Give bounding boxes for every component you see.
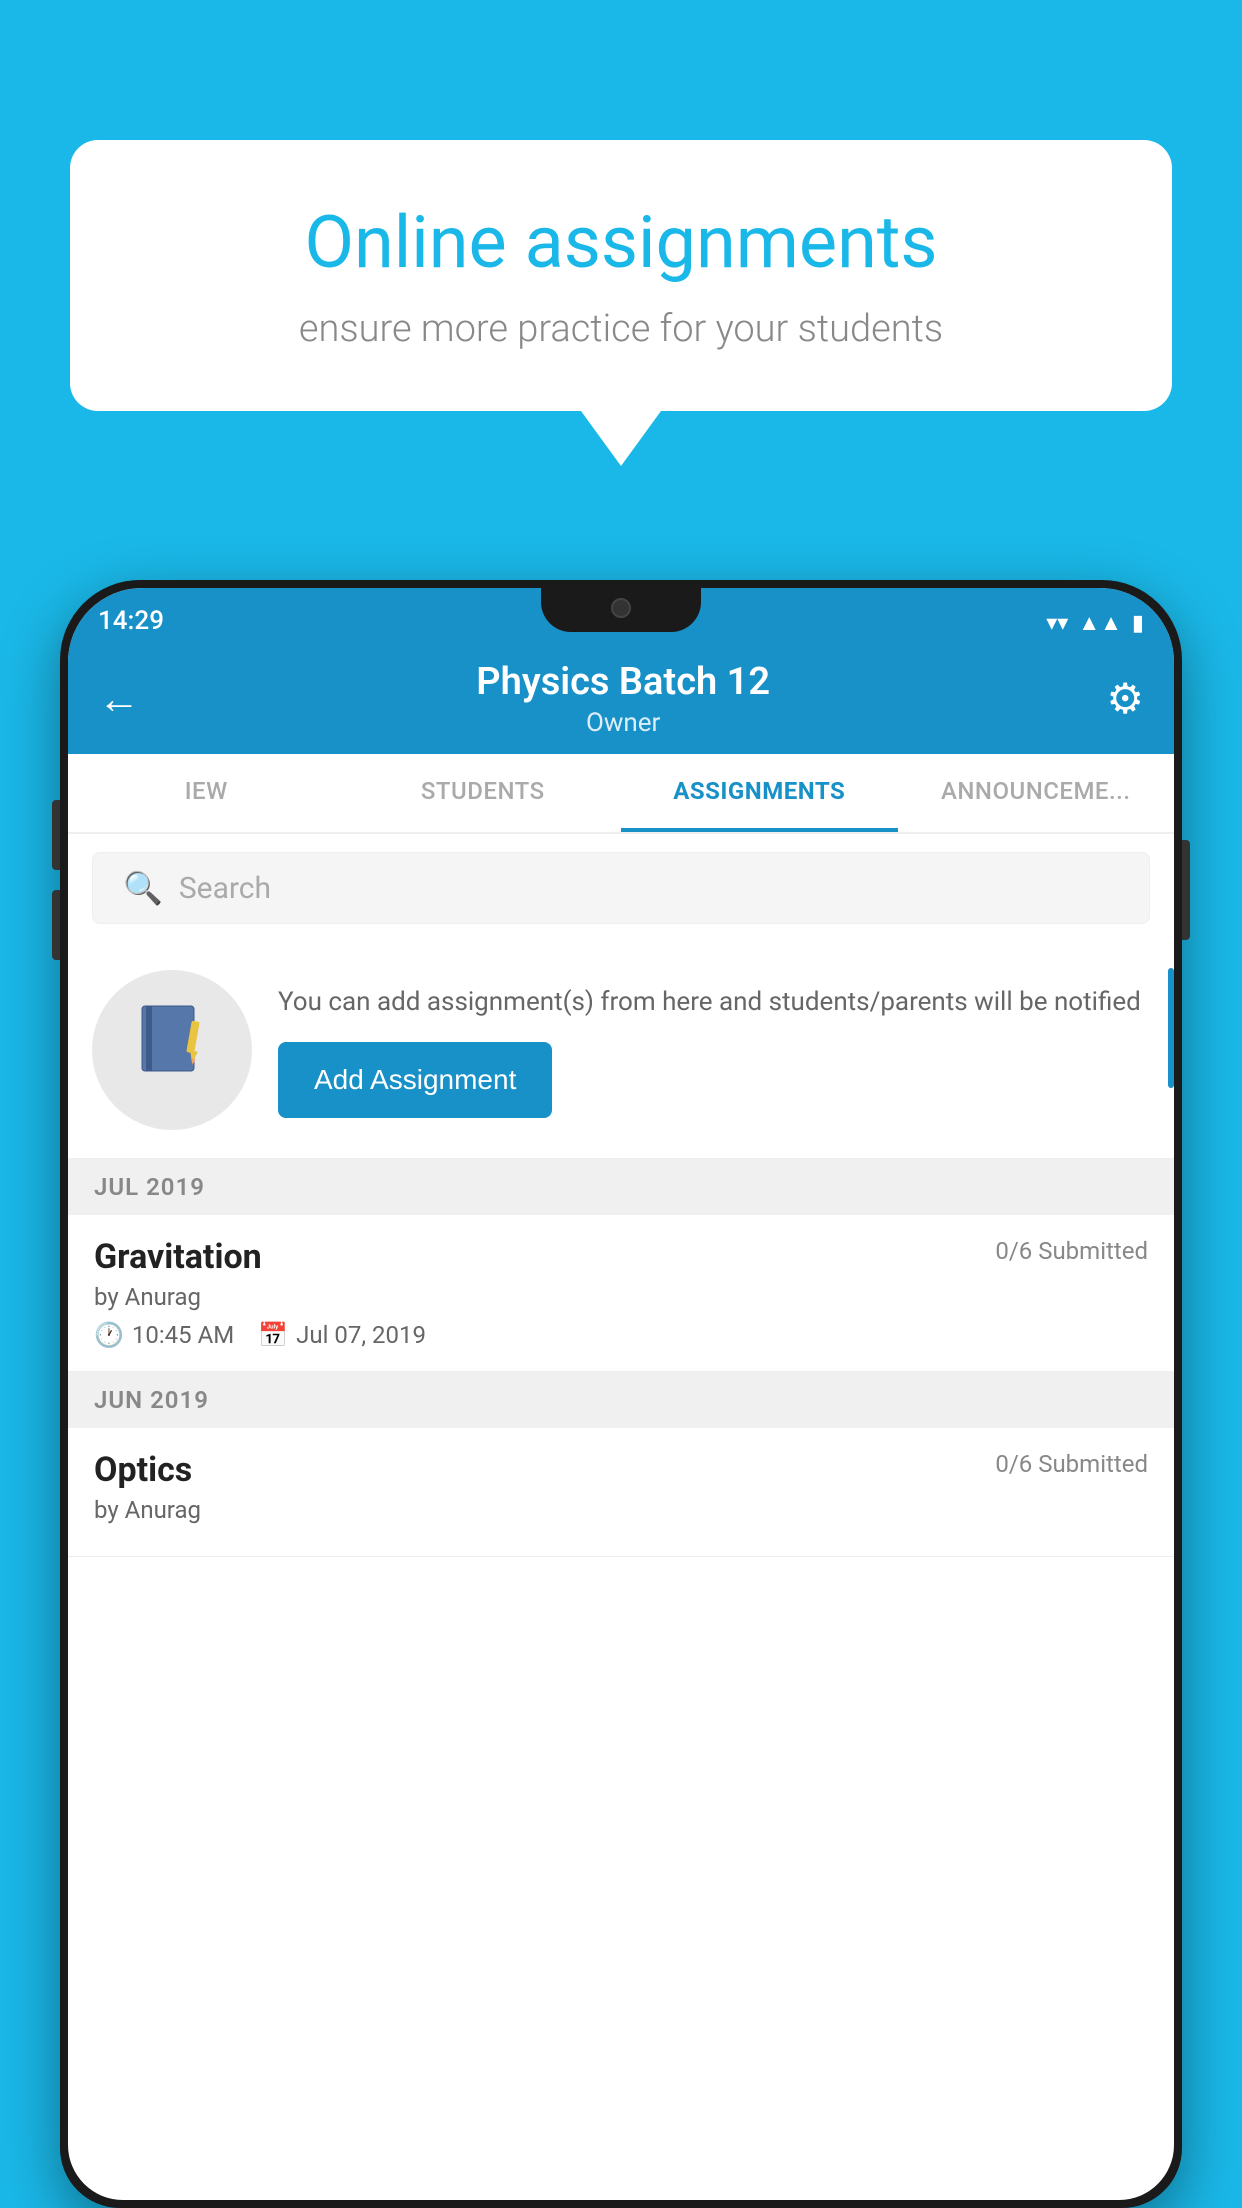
tabs-container: IEW STUDENTS ASSIGNMENTS ANNOUNCEME... bbox=[68, 754, 1174, 834]
tab-iew[interactable]: IEW bbox=[68, 754, 345, 832]
status-time: 14:29 bbox=[98, 606, 164, 636]
speech-bubble-title: Online assignments bbox=[140, 200, 1102, 285]
phone-side-button-volume-up bbox=[52, 800, 60, 870]
speech-bubble-tail bbox=[581, 411, 661, 466]
phone-notch bbox=[541, 588, 701, 632]
assignment-row-top: Gravitation 0/6 Submitted bbox=[94, 1237, 1148, 1277]
back-button[interactable]: ← bbox=[98, 675, 140, 724]
tab-assignments[interactable]: ASSIGNMENTS bbox=[621, 754, 898, 832]
app-bar-subtitle: Owner bbox=[140, 708, 1106, 738]
calendar-icon: 📅 bbox=[258, 1321, 288, 1349]
assignment-submitted-optics: 0/6 Submitted bbox=[995, 1450, 1148, 1478]
assignment-time-gravitation: 🕐 10:45 AM bbox=[94, 1321, 234, 1349]
assignment-author-gravitation: by Anurag bbox=[94, 1283, 1148, 1311]
app-bar: ← Physics Batch 12 Owner ⚙ bbox=[68, 644, 1174, 754]
section-divider-jun: JUN 2019 bbox=[68, 1372, 1174, 1428]
assignment-meta-gravitation: 🕐 10:45 AM 📅 Jul 07, 2019 bbox=[94, 1321, 1148, 1349]
assignment-item-optics[interactable]: Optics 0/6 Submitted by Anurag bbox=[68, 1428, 1174, 1557]
assignment-item-gravitation[interactable]: Gravitation 0/6 Submitted by Anurag 🕐 10… bbox=[68, 1215, 1174, 1372]
status-icons: ▾▾ ▲▲ ▮ bbox=[1046, 610, 1144, 636]
assignment-title-gravitation: Gravitation bbox=[94, 1237, 262, 1277]
search-container: 🔍 Search bbox=[68, 834, 1174, 942]
phone-side-button-volume-down bbox=[52, 890, 60, 960]
phone-screen: 14:29 ▾▾ ▲▲ ▮ ← Physics Batch 12 Owner ⚙… bbox=[68, 588, 1174, 2200]
speech-bubble-subtitle: ensure more practice for your students bbox=[140, 307, 1102, 351]
battery-icon: ▮ bbox=[1132, 611, 1144, 636]
promo-icon-circle bbox=[92, 970, 252, 1130]
signal-icon: ▲▲ bbox=[1078, 610, 1122, 636]
assignment-submitted-gravitation: 0/6 Submitted bbox=[995, 1237, 1148, 1265]
section-month-jul: JUL 2019 bbox=[94, 1173, 205, 1201]
settings-icon[interactable]: ⚙ bbox=[1106, 674, 1144, 724]
speech-bubble-container: Online assignments ensure more practice … bbox=[70, 140, 1172, 466]
search-bar[interactable]: 🔍 Search bbox=[92, 852, 1150, 924]
section-month-jun: JUN 2019 bbox=[94, 1386, 209, 1414]
section-divider-jul: JUL 2019 bbox=[68, 1159, 1174, 1215]
app-bar-title: Physics Batch 12 bbox=[140, 660, 1106, 704]
assignment-promo: You can add assignment(s) from here and … bbox=[68, 942, 1174, 1159]
tab-students[interactable]: STUDENTS bbox=[345, 754, 622, 832]
scroll-indicator bbox=[1168, 968, 1174, 1088]
notebook-icon bbox=[132, 1001, 212, 1099]
assignment-title-optics: Optics bbox=[94, 1450, 192, 1490]
wifi-icon: ▾▾ bbox=[1046, 611, 1068, 636]
assignment-date-gravitation: 📅 Jul 07, 2019 bbox=[258, 1321, 426, 1349]
app-bar-title-container: Physics Batch 12 Owner bbox=[140, 660, 1106, 738]
promo-description: You can add assignment(s) from here and … bbox=[278, 983, 1150, 1022]
assignment-author-optics: by Anurag bbox=[94, 1496, 1148, 1524]
promo-content: You can add assignment(s) from here and … bbox=[278, 983, 1150, 1118]
phone-frame: 14:29 ▾▾ ▲▲ ▮ ← Physics Batch 12 Owner ⚙… bbox=[60, 580, 1182, 2208]
assignment-row-top-optics: Optics 0/6 Submitted bbox=[94, 1450, 1148, 1490]
search-icon: 🔍 bbox=[123, 869, 163, 907]
clock-icon: 🕐 bbox=[94, 1321, 124, 1349]
phone-side-button-power bbox=[1182, 840, 1190, 940]
speech-bubble: Online assignments ensure more practice … bbox=[70, 140, 1172, 411]
tab-announcements[interactable]: ANNOUNCEME... bbox=[898, 754, 1175, 832]
assignment-date-value: Jul 07, 2019 bbox=[296, 1321, 426, 1349]
phone-camera bbox=[611, 598, 631, 618]
assignment-time-value: 10:45 AM bbox=[132, 1321, 234, 1349]
add-assignment-button[interactable]: Add Assignment bbox=[278, 1042, 552, 1118]
search-placeholder: Search bbox=[179, 871, 271, 906]
